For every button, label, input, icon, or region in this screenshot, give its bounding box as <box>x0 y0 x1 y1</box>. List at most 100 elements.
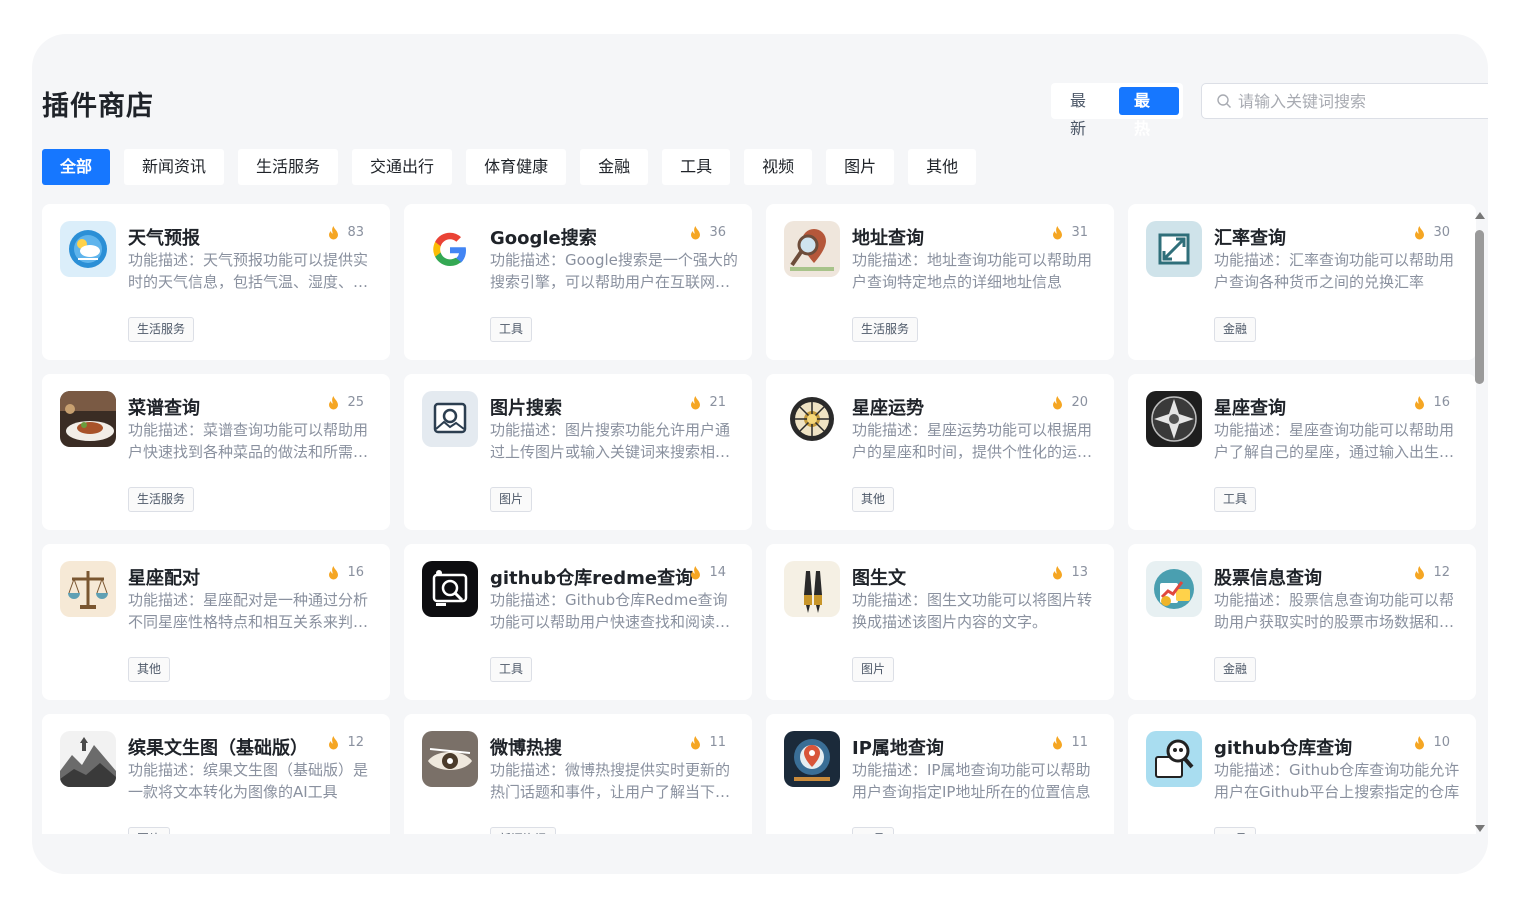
tab-5[interactable]: 金融 <box>580 149 649 185</box>
plugin-name: 图生文 <box>852 568 906 589</box>
search-box <box>1201 83 1488 119</box>
tab-3[interactable]: 交通出行 <box>352 149 453 185</box>
plugin-grid-viewport: 天气预报 83 功能描述：天气预报功能可以提供实时的天气信息，包括气温、湿度、风力等… <box>42 204 1478 834</box>
plugin-name: 股票信息查询 <box>1214 568 1322 589</box>
tab-9[interactable]: 其他 <box>908 149 977 185</box>
plugin-grid: 天气预报 83 功能描述：天气预报功能可以提供实时的天气信息，包括气温、湿度、风力等… <box>42 204 1478 834</box>
hot-count: 30 <box>1414 225 1450 240</box>
plugin-name: 缤果文生图（基础版） <box>128 738 308 759</box>
map-pin-icon <box>784 221 840 277</box>
flame-icon <box>1415 395 1425 409</box>
plugin-store-panel: 插件商店 最新 最热 全部新闻资讯生活服务交通出行体育健康金融工具视频图片其他 … <box>32 34 1488 874</box>
landscape-icon <box>60 731 116 787</box>
exchange-icon <box>1146 221 1202 277</box>
scrollbar[interactable] <box>1472 206 1488 836</box>
tab-1[interactable]: 新闻资讯 <box>124 149 225 185</box>
eye-icon <box>422 731 478 787</box>
plugin-name: 微博热搜 <box>490 738 562 759</box>
plugin-card[interactable]: 星座配对 16 功能描述：星座配对是一种通过分析不同星座性格特点和相互关系来判断匹配… <box>42 544 390 700</box>
stock-chart-icon <box>1146 561 1202 617</box>
plugin-card[interactable]: 微博热搜 11 功能描述：微博热搜提供实时更新的热门话题和事件，让用户了解当下热点新… <box>404 714 752 834</box>
plugin-card[interactable]: 股票信息查询 12 功能描述：股票信息查询功能可以帮助用户获取实时的股票市场数据和行… <box>1128 544 1476 700</box>
plugin-card[interactable]: Google搜索 36 功能描述：Google搜索是一个强大的搜索引擎，可以帮助用户… <box>404 204 752 360</box>
hot-count: 20 <box>1052 395 1088 410</box>
category-tag: 工具 <box>490 317 533 342</box>
flame-icon <box>691 395 701 409</box>
plugin-description: 功能描述：菜谱查询功能可以帮助用户快速找到各种菜品的做法和所需食材 <box>128 421 369 461</box>
sort-hottest-button[interactable]: 最热 <box>1119 87 1179 138</box>
plugin-name: 地址查询 <box>852 228 924 249</box>
hot-count: 16 <box>1414 395 1450 410</box>
image-search-icon <box>422 391 478 447</box>
plugin-card[interactable]: 星座运势 20 功能描述：星座运势功能可以根据用户的星座和时间，提供个性化的运势分析… <box>766 374 1114 530</box>
category-tag: 工具 <box>490 657 533 682</box>
hot-count-value: 12 <box>1433 565 1450 580</box>
hot-count-value: 83 <box>347 225 364 240</box>
plugin-description: 功能描述：股票信息查询功能可以帮助用户获取实时的股票市场数据和行情信息 <box>1214 591 1455 631</box>
plugin-card[interactable]: 菜谱查询 25 功能描述：菜谱查询功能可以帮助用户快速找到各种菜品的做法和所需食材生… <box>42 374 390 530</box>
plugin-description: 功能描述：天气预报功能可以提供实时的天气信息，包括气温、湿度、风力等数据 <box>128 251 369 291</box>
github-readme-icon <box>422 561 478 617</box>
scales-icon <box>60 561 116 617</box>
hot-count-value: 11 <box>1071 735 1088 750</box>
scrollbar-thumb[interactable] <box>1475 230 1484 384</box>
tab-7[interactable]: 视频 <box>744 149 813 185</box>
plugin-description: 功能描述：星座运势功能可以根据用户的星座和时间，提供个性化的运势分析 <box>852 421 1093 461</box>
scroll-down-arrow-icon[interactable] <box>1475 825 1485 832</box>
category-tag: 其他 <box>128 657 171 682</box>
hot-count: 13 <box>1052 565 1088 580</box>
flame-icon <box>329 395 339 409</box>
plugin-name: 星座配对 <box>128 568 200 589</box>
zodiac-wheel-icon <box>784 391 840 447</box>
sort-toggle: 最新 最热 <box>1051 83 1183 138</box>
flame-icon <box>691 565 701 579</box>
plugin-description: 功能描述：星座查询功能可以帮助用户了解自己的星座，通过输入出生日期即可查询 <box>1214 421 1455 461</box>
plugin-name: 星座查询 <box>1214 398 1286 419</box>
page-title: 插件商店 <box>42 91 154 122</box>
plugin-name: 天气预报 <box>128 228 200 249</box>
tab-6[interactable]: 工具 <box>662 149 731 185</box>
hot-count-value: 25 <box>347 395 364 410</box>
hot-count: 11 <box>1052 735 1088 750</box>
plugin-card[interactable]: 地址查询 31 功能描述：地址查询功能可以帮助用户查询特定地点的详细地址信息 生活服务 <box>766 204 1114 360</box>
plugin-card[interactable]: IP属地查询 11 功能描述：IP属地查询功能可以帮助用户查询指定IP地址所在的位置… <box>766 714 1114 834</box>
category-tag: 生活服务 <box>128 317 195 342</box>
flame-icon <box>1415 565 1425 579</box>
compass-star-icon <box>1146 391 1202 447</box>
plugin-card[interactable]: 图片搜索 21 功能描述：图片搜索功能允许用户通过上传图片或输入关键词来搜索相关 图片… <box>404 374 752 530</box>
plugin-card[interactable]: 天气预报 83 功能描述：天气预报功能可以提供实时的天气信息，包括气温、湿度、风力等… <box>42 204 390 360</box>
search-input[interactable] <box>1238 91 1478 111</box>
hot-count-value: 16 <box>1433 395 1450 410</box>
flame-icon <box>1053 225 1063 239</box>
flame-icon <box>329 225 339 239</box>
plugin-card[interactable]: 图生文 13 功能描述：图生文功能可以将图片转换成描述该图片内容的文字。 图片 <box>766 544 1114 700</box>
plugin-name: github仓库redme查询 <box>490 568 694 589</box>
sort-latest-button[interactable]: 最新 <box>1055 87 1115 138</box>
tab-0[interactable]: 全部 <box>42 149 111 185</box>
hot-count-value: 16 <box>347 565 364 580</box>
tab-2[interactable]: 生活服务 <box>238 149 339 185</box>
plugin-name: github仓库查询 <box>1214 738 1353 759</box>
flame-icon <box>1415 225 1425 239</box>
scroll-up-arrow-icon[interactable] <box>1475 212 1485 219</box>
hot-count: 12 <box>328 735 364 750</box>
plugin-description: 功能描述：汇率查询功能可以帮助用户查询各种货币之间的兑换汇率 <box>1214 251 1455 291</box>
category-tag: 工具 <box>1214 827 1257 834</box>
plugin-card[interactable]: 星座查询 16 功能描述：星座查询功能可以帮助用户了解自己的星座，通过输入出生日期即… <box>1128 374 1476 530</box>
google-icon <box>422 221 478 277</box>
plugin-description: 功能描述：星座配对是一种通过分析不同星座性格特点和相互关系来判断匹配程度的功能 <box>128 591 369 631</box>
hot-count-value: 21 <box>709 395 726 410</box>
category-tag: 金融 <box>1214 657 1257 682</box>
hot-count-value: 12 <box>347 735 364 750</box>
flame-icon <box>691 225 701 239</box>
plugin-card[interactable]: 缤果文生图（基础版） 12 功能描述：缤果文生图（基础版）是一款将文本转化为图像的A… <box>42 714 390 834</box>
plugin-card[interactable]: github仓库查询 10 功能描述：Github仓库查询功能允许用户在Github… <box>1128 714 1476 834</box>
plugin-name: IP属地查询 <box>852 738 944 759</box>
plugin-name: 图片搜索 <box>490 398 562 419</box>
hot-count-value: 10 <box>1433 735 1450 750</box>
plugin-card[interactable]: 汇率查询 30 功能描述：汇率查询功能可以帮助用户查询各种货币之间的兑换汇率 金融 <box>1128 204 1476 360</box>
tab-8[interactable]: 图片 <box>826 149 895 185</box>
tab-4[interactable]: 体育健康 <box>466 149 567 185</box>
hot-count-value: 11 <box>709 735 726 750</box>
plugin-card[interactable]: github仓库redme查询 14 功能描述：Github仓库Redme查询功能可… <box>404 544 752 700</box>
